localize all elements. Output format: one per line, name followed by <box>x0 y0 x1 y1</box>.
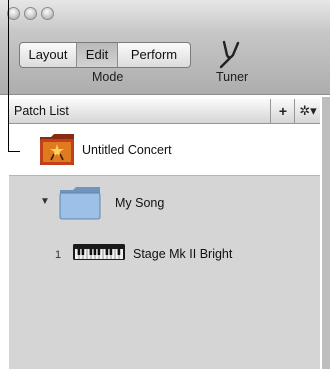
mode-label: Mode <box>92 70 124 84</box>
patch-name: Stage Mk II Bright <box>133 247 233 261</box>
mode-segmented-control: Layout Edit Perform <box>19 42 191 68</box>
window-edge <box>322 97 330 369</box>
disclosure-triangle-icon[interactable]: ▼ <box>40 196 50 207</box>
song-name: My Song <box>115 196 165 210</box>
folder-icon <box>59 187 101 220</box>
patch-list-panel: Patch List + ✲▾ Untitled Concert ▼ My So… <box>7 97 322 369</box>
patch-list-header: Patch List + ✲▾ <box>9 99 320 124</box>
callout-line <box>8 0 9 152</box>
mainstage-window: Layout Edit Perform Mode Tuner Patch Lis… <box>0 0 330 369</box>
edit-mode-button[interactable]: Edit <box>77 43 118 67</box>
keyboard-icon <box>73 244 125 260</box>
minimize-window-button[interactable] <box>24 7 37 20</box>
toolbar: Layout Edit Perform Mode Tuner <box>0 30 330 95</box>
tuner-label: Tuner <box>216 70 249 84</box>
patch-list-title: Patch List <box>14 104 69 118</box>
add-patch-button[interactable]: + <box>270 99 295 123</box>
concert-icon <box>40 134 74 165</box>
title-bar <box>0 0 330 30</box>
concert-row[interactable]: Untitled Concert <box>9 124 320 176</box>
song-row[interactable]: ▼ My Song <box>9 176 320 228</box>
callout-line-horizontal <box>8 151 20 152</box>
tuner-icon[interactable] <box>214 39 244 69</box>
perform-mode-button[interactable]: Perform <box>118 43 190 67</box>
patch-row[interactable]: 1 Stage Mk II Bright <box>9 229 320 281</box>
zoom-window-button[interactable] <box>41 7 54 20</box>
action-menu-button[interactable]: ✲▾ <box>294 99 321 123</box>
patch-number: 1 <box>55 249 62 261</box>
layout-mode-button[interactable]: Layout <box>20 43 77 67</box>
concert-name: Untitled Concert <box>82 143 172 157</box>
